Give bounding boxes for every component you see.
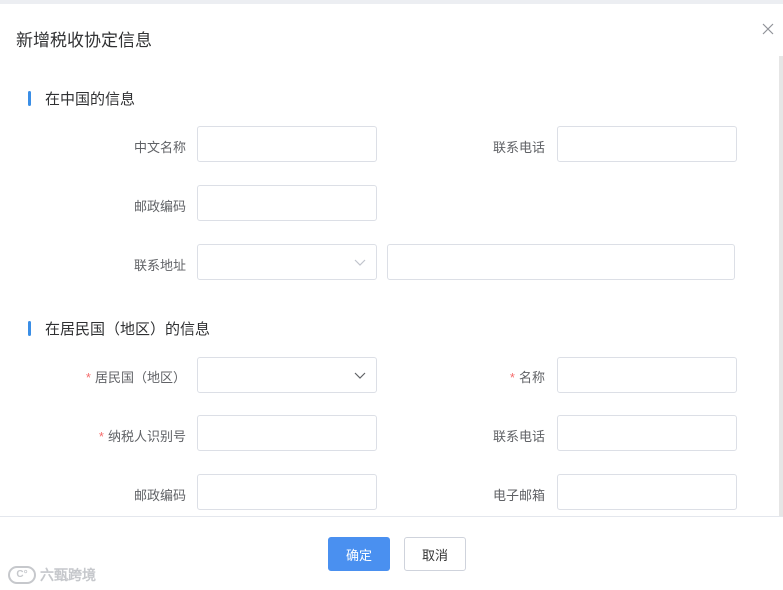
resident-email-input[interactable] — [557, 474, 737, 510]
scrollbar[interactable] — [779, 56, 783, 516]
chevron-down-icon — [354, 259, 366, 266]
section-china-header: 在中国的信息 — [28, 88, 135, 109]
watermark: C° 六甄跨境 — [8, 565, 96, 585]
required-mark: * — [98, 429, 104, 444]
address-detail-input[interactable] — [387, 244, 735, 280]
close-icon — [762, 23, 774, 35]
taxpayer-id-label: * 纳税人识别号 — [56, 426, 186, 445]
footer-divider — [0, 516, 783, 517]
china-address-label: 联系地址 — [133, 258, 186, 273]
resident-email-label: 电子邮箱 — [492, 488, 545, 503]
watermark-text: 六甄跨境 — [40, 567, 96, 583]
required-mark: * — [509, 370, 515, 385]
confirm-button[interactable]: 确定 — [328, 537, 390, 571]
taxpayer-id-input[interactable] — [197, 415, 377, 451]
tax-treaty-dialog: 新增税收协定信息 在中国的信息 中文名称 联系电话 邮政编码 联系地址 在居民国… — [0, 4, 783, 590]
address-region-select[interactable] — [197, 244, 377, 280]
chinese-name-label: 中文名称 — [133, 140, 186, 155]
resident-phone-label: 联系电话 — [492, 429, 545, 444]
resident-phone-input[interactable] — [557, 415, 737, 451]
resident-country-select[interactable] — [197, 357, 377, 393]
section-marker — [28, 321, 31, 336]
resident-name-input[interactable] — [557, 357, 737, 393]
resident-name-text: 名称 — [518, 370, 545, 385]
china-postcode-input[interactable] — [197, 185, 377, 221]
section-resident-title: 在居民国（地区）的信息 — [45, 321, 211, 338]
chinese-name-input[interactable] — [197, 126, 377, 162]
dialog-title: 新增税收协定信息 — [16, 31, 152, 50]
required-mark: * — [85, 370, 91, 385]
section-marker — [28, 91, 31, 106]
china-phone-input[interactable] — [557, 126, 737, 162]
close-button[interactable] — [761, 22, 777, 38]
resident-postcode-label: 邮政编码 — [133, 488, 186, 503]
section-china-title: 在中国的信息 — [45, 91, 136, 108]
china-postcode-label: 邮政编码 — [133, 199, 186, 214]
chevron-down-icon — [354, 372, 366, 379]
resident-postcode-input[interactable] — [197, 474, 377, 510]
watermark-logo-icon: C° — [8, 566, 36, 584]
resident-country-label: * 居民国（地区） — [56, 367, 186, 386]
taxpayer-id-text: 纳税人识别号 — [107, 429, 186, 444]
section-resident-header: 在居民国（地区）的信息 — [28, 318, 210, 339]
resident-country-text: 居民国（地区） — [94, 370, 186, 385]
resident-name-label: * 名称 — [415, 367, 545, 386]
cancel-button[interactable]: 取消 — [404, 537, 466, 571]
china-phone-label: 联系电话 — [492, 140, 545, 155]
